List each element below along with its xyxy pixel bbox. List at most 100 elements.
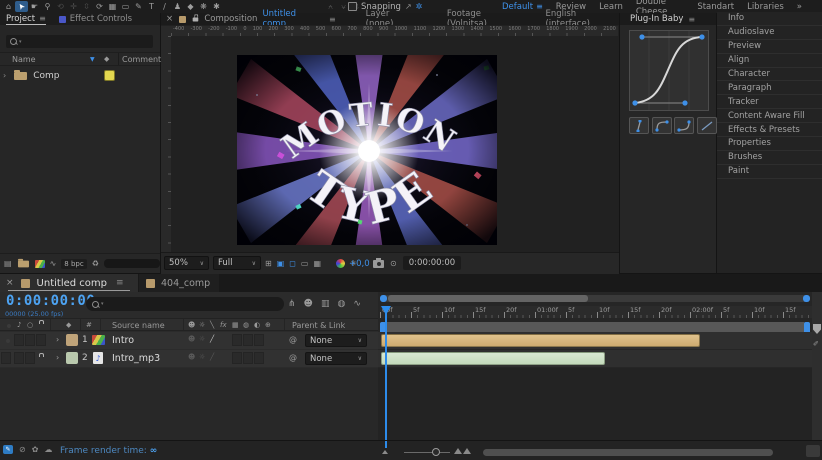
panel-menu-icon[interactable]: ≡ (688, 15, 695, 24)
motion-blur-icon[interactable]: ◍ (243, 321, 249, 329)
playhead-line[interactable] (385, 306, 387, 440)
orbit-camera-tool-icon[interactable]: ⟲ (54, 1, 67, 12)
twirl-icon[interactable]: › (3, 71, 6, 80)
rotation-tool-icon[interactable]: ⟳ (93, 1, 106, 12)
quality-icon[interactable]: ╱ (210, 353, 214, 361)
shy-icon[interactable]: ☻ (188, 353, 195, 361)
layer-row-intro[interactable]: › 1 Intro ☻ ☼ ╱ @ None∨ (0, 332, 378, 349)
graph-editor-icon[interactable]: ∿ (353, 299, 361, 309)
sort-direction-icon[interactable]: ▼ (90, 56, 95, 63)
horizontal-scrollbar[interactable] (483, 449, 773, 456)
frame-blending-toggle-icon[interactable]: ▥ (321, 299, 330, 309)
lock-icon[interactable] (192, 17, 197, 21)
zoom-in-mountain-icon[interactable] (454, 448, 471, 454)
3d-layer-icon[interactable]: ⊕ (265, 321, 271, 329)
panel-menu-icon[interactable]: ≡ (39, 14, 46, 23)
collapse-transformations-icon[interactable]: ☼ (199, 321, 205, 329)
playhead-handle[interactable] (381, 306, 391, 315)
parent-dropdown[interactable]: None∨ (305, 334, 367, 347)
navigator-end-handle[interactable] (803, 295, 810, 302)
label-column-icon[interactable]: ◆ (66, 321, 71, 329)
comp-marker-bin-icon[interactable] (813, 324, 821, 334)
brush-tool-icon[interactable]: ∕ (158, 1, 171, 12)
snapping-checkbox[interactable] (348, 2, 357, 11)
adjust-icon[interactable]: ∿ (50, 259, 57, 268)
project-search-input[interactable]: ▾ (6, 35, 153, 48)
column-name[interactable]: Name (12, 55, 36, 64)
navigator-start-handle[interactable] (380, 295, 387, 302)
close-icon[interactable]: × (166, 14, 173, 24)
tab-effect-controls[interactable]: Effect Controls (59, 14, 132, 24)
layer-duration-bar-intro-mp3[interactable] (381, 352, 605, 365)
twirl-icon[interactable]: › (56, 335, 59, 344)
right-panel-tab[interactable]: Paint (717, 165, 822, 179)
clone-stamp-tool-icon[interactable]: ♟ (171, 1, 184, 12)
collapse-transformations-icon[interactable]: ☼ (199, 353, 205, 361)
vertical-ruler[interactable] (161, 36, 171, 272)
audio-column-icon[interactable]: ♪ (17, 321, 21, 329)
quality-icon[interactable]: ╲ (210, 321, 214, 329)
show-snapshot-icon[interactable]: ⊙ (390, 259, 397, 268)
preset-ease-in-out-button[interactable] (629, 117, 649, 134)
layer-row-intro-mp3[interactable]: › 2 ♪ Intro_mp3 ☻ ☼ ╱ @ None∨ (0, 350, 378, 367)
mask-visibility-icon[interactable]: ◻ (289, 259, 296, 268)
home-icon[interactable]: ⌂ (2, 1, 15, 12)
parent-pickwhip-icon[interactable]: @ (289, 335, 297, 344)
layer-name[interactable]: Intro (112, 335, 134, 346)
workspace-standart[interactable]: Standart (697, 2, 734, 12)
preset-ease-in-button[interactable] (674, 117, 694, 134)
right-panel-tab[interactable]: Effects & Presets (717, 123, 822, 137)
panel-menu-icon[interactable]: ≡ (116, 278, 124, 288)
parent-dropdown[interactable]: None∨ (305, 352, 367, 365)
project-item-comp[interactable]: › Comp (0, 68, 160, 83)
interpret-footage-icon[interactable]: ▤ (4, 259, 12, 268)
zoom-out-mountain-icon[interactable] (382, 450, 388, 454)
current-time-display[interactable]: 0:00:00:00 (6, 293, 95, 309)
shy-layers-toggle-icon[interactable]: ☻ (304, 299, 313, 309)
type-tool-icon[interactable]: T (145, 1, 158, 12)
workspace-menu-icon[interactable]: ≡ (536, 2, 543, 11)
preset-ease-out-button[interactable] (652, 117, 672, 134)
puppet-pin-tool-icon[interactable]: ✱ (210, 1, 223, 12)
preview-time-display[interactable]: 0:00:00:00 (403, 256, 461, 270)
workspace-overflow-icon[interactable]: » (797, 2, 802, 12)
column-comment[interactable]: Comment (122, 55, 161, 64)
right-panel-tab[interactable]: Character (717, 68, 822, 82)
feedback-icon[interactable]: ✎ (3, 445, 13, 454)
motion-blur-toggle-icon[interactable]: ◍ (337, 299, 345, 309)
right-panel-tab[interactable]: Info (717, 12, 822, 26)
comp-mini-flowchart-icon[interactable]: ⋔ (288, 299, 296, 309)
roto-brush-tool-icon[interactable]: ❋ (197, 1, 210, 12)
label-column-icon[interactable]: ◆ (104, 55, 109, 63)
timeline-tab-untitled-comp[interactable]: × Untitled comp ≡ (0, 274, 138, 292)
layer-label-chip[interactable] (66, 352, 78, 364)
layer-duration-bar-intro[interactable] (381, 334, 700, 347)
layer-number-column[interactable]: # (86, 321, 92, 329)
timeline-navigator[interactable] (380, 295, 810, 302)
title-action-safe-icon[interactable]: ▣ (277, 259, 285, 268)
prohibit-icon[interactable]: ⊘ (19, 445, 26, 454)
fx-icon[interactable]: fx (220, 321, 227, 329)
right-panel-tab[interactable]: Paragraph (717, 81, 822, 95)
eraser-tool-icon[interactable]: ◆ (184, 1, 197, 12)
solo-column-icon[interactable]: ○ (27, 321, 33, 329)
shy-icon[interactable]: ☻ (188, 321, 195, 329)
timeline-tab-404-comp[interactable]: 404_comp (139, 274, 219, 292)
choose-grid-options-icon[interactable]: ⊞ (265, 259, 272, 268)
twirl-icon[interactable]: › (56, 353, 59, 362)
right-panel-tab[interactable]: Brushes (717, 151, 822, 165)
timeline-zoom-knob[interactable] (432, 448, 440, 456)
new-composition-icon[interactable] (35, 260, 45, 268)
channel-color-icon[interactable] (336, 259, 345, 268)
zoom-tool-icon[interactable]: ⚲ (41, 1, 54, 12)
timeline-zoom-slider[interactable] (404, 452, 450, 453)
curve-editor[interactable] (629, 30, 709, 115)
composition-canvas[interactable]: MOTION TYPE (237, 55, 497, 245)
right-panel-tab[interactable]: Preview (717, 40, 822, 54)
right-panel-tab[interactable]: Content Aware Fill (717, 109, 822, 123)
pan-camera-tool-icon[interactable]: ✛ (67, 1, 80, 12)
region-of-interest-icon[interactable]: ▭ (301, 259, 309, 268)
layer-name[interactable]: Intro_mp3 (112, 353, 160, 364)
rectangle-tool-icon[interactable]: ▭ (119, 1, 132, 12)
hand-tool-icon[interactable]: ☛ (28, 1, 41, 12)
